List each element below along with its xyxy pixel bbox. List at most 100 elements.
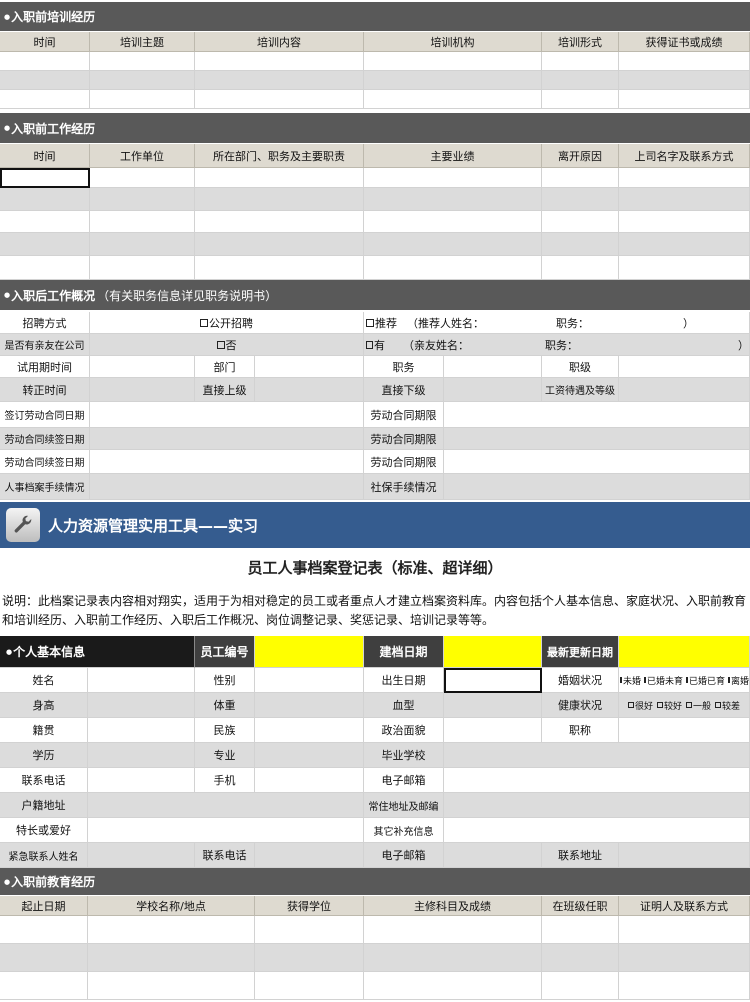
contract-term-value[interactable] [444, 402, 750, 428]
table-cell[interactable] [0, 972, 88, 1000]
renew-term-value[interactable] [444, 428, 750, 450]
table-cell[interactable] [90, 233, 195, 256]
table-cell[interactable] [619, 233, 750, 256]
salary-value[interactable] [619, 378, 750, 402]
table-cell[interactable] [90, 188, 195, 211]
table-cell[interactable] [0, 211, 90, 233]
table-cell[interactable] [90, 90, 195, 109]
table-cell[interactable] [542, 916, 619, 944]
table-cell[interactable] [542, 168, 619, 188]
marital-options[interactable]: 未婚 已婚未育 已婚已育 离婚 [619, 668, 750, 693]
table-cell[interactable] [195, 211, 364, 233]
table-cell[interactable] [364, 211, 542, 233]
table-cell[interactable] [542, 188, 619, 211]
table-cell[interactable] [88, 916, 255, 944]
table-cell[interactable] [195, 233, 364, 256]
extra-input[interactable] [444, 818, 750, 843]
title-rank-input[interactable] [619, 718, 750, 743]
table-cell[interactable] [364, 972, 542, 1000]
table-cell[interactable] [542, 256, 619, 280]
table-cell[interactable] [0, 52, 90, 71]
update-date-input[interactable] [619, 636, 750, 668]
table-cell[interactable] [619, 90, 750, 109]
table-cell[interactable] [619, 71, 750, 90]
em-email-input[interactable] [444, 843, 542, 868]
probation-value[interactable] [90, 356, 195, 378]
table-cell[interactable] [195, 256, 364, 280]
renew-term-value-2[interactable] [444, 450, 750, 474]
table-cell[interactable] [88, 972, 255, 1000]
table-cell[interactable] [364, 944, 542, 972]
table-cell[interactable] [255, 916, 364, 944]
table-cell[interactable] [542, 233, 619, 256]
major-input[interactable] [255, 743, 364, 768]
table-cell[interactable] [90, 256, 195, 280]
table-cell[interactable] [364, 916, 542, 944]
level-value[interactable] [619, 356, 750, 378]
table-cell[interactable] [619, 972, 750, 1000]
table-cell[interactable] [0, 90, 90, 109]
table-cell[interactable] [364, 256, 542, 280]
archive-value[interactable] [90, 474, 364, 500]
table-cell[interactable] [542, 90, 619, 109]
table-cell[interactable] [195, 168, 364, 188]
mobile-input[interactable] [255, 768, 364, 793]
table-cell[interactable] [364, 233, 542, 256]
table-cell[interactable] [619, 211, 750, 233]
school-input[interactable] [444, 743, 750, 768]
social-value[interactable] [444, 474, 750, 500]
emergency-input[interactable] [88, 843, 195, 868]
table-cell[interactable] [619, 188, 750, 211]
edu-input[interactable] [88, 743, 195, 768]
table-cell[interactable] [0, 916, 88, 944]
direct-sub-value[interactable] [444, 378, 542, 402]
table-cell[interactable] [542, 972, 619, 1000]
table-cell[interactable] [619, 916, 750, 944]
regular-time-value[interactable] [90, 378, 195, 402]
table-cell[interactable] [0, 71, 90, 90]
political-input[interactable] [444, 718, 542, 743]
weight-input[interactable] [255, 693, 364, 718]
relatives-yes-option[interactable]: 有 （亲友姓名： 职务： ） [364, 334, 750, 356]
table-cell[interactable] [90, 71, 195, 90]
table-cell[interactable] [364, 52, 542, 71]
table-cell[interactable] [364, 71, 542, 90]
blood-input[interactable] [444, 693, 542, 718]
gender-input[interactable] [255, 668, 364, 693]
table-cell[interactable] [90, 52, 195, 71]
table-cell[interactable] [0, 256, 90, 280]
email-input[interactable] [444, 768, 750, 793]
ethnic-input[interactable] [255, 718, 364, 743]
hobby-input[interactable] [88, 818, 364, 843]
direct-sup-value[interactable] [255, 378, 364, 402]
table-cell[interactable] [0, 233, 90, 256]
birth-input[interactable] [444, 668, 542, 693]
hukou-input[interactable] [88, 793, 364, 818]
table-cell[interactable] [195, 90, 364, 109]
table-cell[interactable] [88, 944, 255, 972]
table-cell[interactable] [195, 52, 364, 71]
table-cell[interactable] [195, 71, 364, 90]
table-cell[interactable] [364, 188, 542, 211]
table-cell[interactable] [195, 188, 364, 211]
native-input[interactable] [88, 718, 195, 743]
contract-sign-value[interactable] [90, 402, 364, 428]
name-input[interactable] [88, 668, 195, 693]
table-cell[interactable] [0, 168, 90, 188]
table-cell[interactable] [619, 256, 750, 280]
renew-value[interactable] [90, 428, 364, 450]
relatives-no-option[interactable]: 否 [90, 334, 364, 356]
table-cell[interactable] [255, 972, 364, 1000]
table-cell[interactable] [364, 90, 542, 109]
renew-value-2[interactable] [90, 450, 364, 474]
table-cell[interactable] [542, 71, 619, 90]
health-options[interactable]: 很好 较好 一般 较差 [619, 693, 750, 718]
table-cell[interactable] [364, 168, 542, 188]
table-cell[interactable] [255, 944, 364, 972]
table-cell[interactable] [0, 188, 90, 211]
table-cell[interactable] [619, 944, 750, 972]
phone-input[interactable] [88, 768, 195, 793]
dept-value[interactable] [255, 356, 364, 378]
table-cell[interactable] [90, 211, 195, 233]
table-cell[interactable] [0, 944, 88, 972]
